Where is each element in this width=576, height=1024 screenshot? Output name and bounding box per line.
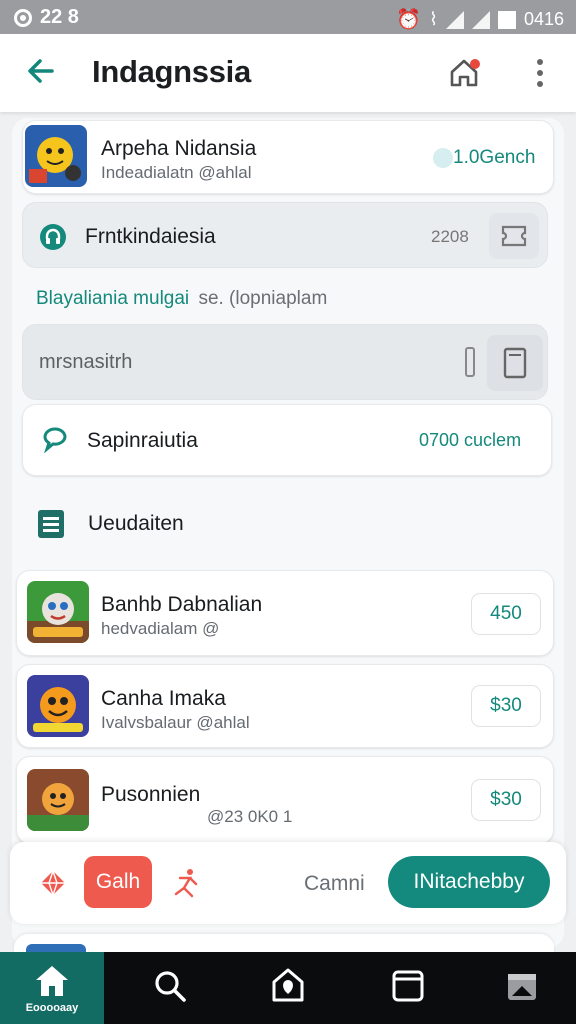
search-input[interactable]: mrsnasitrh (39, 351, 132, 374)
shield-home-icon[interactable] (268, 966, 308, 1006)
alarm-icon: ⏰ (396, 9, 422, 31)
top-item-card[interactable]: Arpeha Nidansia Indeadialatn @ahlal 1.0G… (22, 120, 554, 194)
list-item[interactable]: Banhb Dabnalian hedvadialam @ 450 (16, 570, 554, 656)
item-name: Pusonnien (101, 783, 201, 806)
bottom-nav: Eooooaay (0, 952, 576, 1024)
feature-row[interactable]: Frntkindaiesia 2208 (22, 202, 548, 268)
list-header: Ueudaiten (36, 506, 536, 542)
app-thumbnail (27, 675, 89, 737)
list-item[interactable]: Pusonnien @23 0K0 1 $30 (16, 756, 554, 844)
item-handle: Ivalvsbalaur @ahlal (101, 713, 250, 732)
headset-icon (39, 223, 67, 251)
signal-icon-2 (471, 10, 490, 29)
status-clock: 0416 (523, 9, 564, 29)
top-item-value: 1.0Gench (453, 147, 536, 168)
item-name: Banhb Dabnalian (101, 593, 263, 616)
price-button[interactable]: $30 (471, 685, 541, 727)
app-thumbnail (27, 769, 89, 831)
price-button[interactable]: 450 (471, 593, 541, 635)
window-icon[interactable] (388, 966, 428, 1006)
action-bar: Galh Camni INitachebby (10, 842, 566, 924)
home-icon (32, 962, 72, 1000)
app-thumbnail (27, 581, 89, 643)
home-notification-icon[interactable] (446, 54, 484, 92)
list-item[interactable]: Canha Imaka Ivalvsbalaur @ahlal $30 (16, 664, 554, 748)
item-handle: hedvadialam @ (101, 619, 220, 638)
item-name: Canha Imaka (101, 687, 226, 710)
cancel-button[interactable]: Camni (304, 872, 365, 896)
ticket-icon[interactable] (489, 213, 539, 259)
content-sheet: Arpeha Nidansia Indeadialatn @ahlal 1.0G… (12, 118, 564, 948)
search-field[interactable]: mrsnasitrh (22, 324, 548, 400)
list-icon (38, 510, 64, 538)
search-icon[interactable] (150, 966, 190, 1006)
primary-action-button[interactable]: INitachebby (388, 856, 550, 908)
figure-icon[interactable] (170, 866, 202, 900)
call-button[interactable]: Galh (84, 856, 152, 908)
page-title: Indagnssia (92, 54, 251, 89)
app-thumbnail (25, 125, 87, 187)
status-time: 22 8 (40, 6, 79, 28)
list-header-label: Ueudaiten (88, 512, 184, 535)
status-left: 22 8 (14, 6, 79, 29)
top-item-name: Arpeha Nidansia (101, 137, 257, 160)
section-link-label: Blayaliania mulgai (36, 288, 190, 309)
status-right: ⏰ ⌇ 0416 (396, 7, 564, 32)
top-item-handle: Indeadialatn @ahlal (101, 163, 252, 182)
chat-icon (41, 427, 69, 454)
wifi-icon: ⌇ (429, 9, 438, 29)
app-bar: Indagnssia (0, 34, 576, 112)
signal-icon (445, 10, 464, 29)
status-bar: 22 8 ⏰ ⌇ 0416 (0, 0, 576, 34)
nav-home-label: Eooooaay (25, 1002, 79, 1014)
saving-value: 0700 cuclem (419, 430, 522, 450)
nav-home-tab[interactable]: Eooooaay (0, 952, 104, 1024)
item-handle: @23 0K0 1 (207, 807, 293, 826)
clipboard-icon[interactable] (487, 335, 543, 391)
price-button[interactable]: $30 (471, 779, 541, 821)
more-vert-icon[interactable] (528, 54, 552, 92)
saving-row[interactable]: Sapinraiutia 0700 cuclem (22, 404, 552, 476)
section-hint: se. (lopniaplam (198, 288, 328, 309)
store-icon[interactable] (502, 966, 542, 1006)
value-dot-icon (433, 148, 453, 168)
section-link[interactable]: Blayaliania mulgai se. (lopniaplam (36, 288, 327, 310)
diamond-icon[interactable] (38, 868, 68, 898)
battery-icon (497, 10, 516, 29)
back-arrow-icon[interactable] (24, 54, 60, 90)
saving-label: Sapinraiutia (87, 429, 198, 452)
feature-label: Frntkindaiesia (85, 225, 216, 248)
sync-icon (14, 8, 32, 27)
cursor-icon (465, 347, 475, 377)
feature-value: 2208 (431, 227, 469, 246)
